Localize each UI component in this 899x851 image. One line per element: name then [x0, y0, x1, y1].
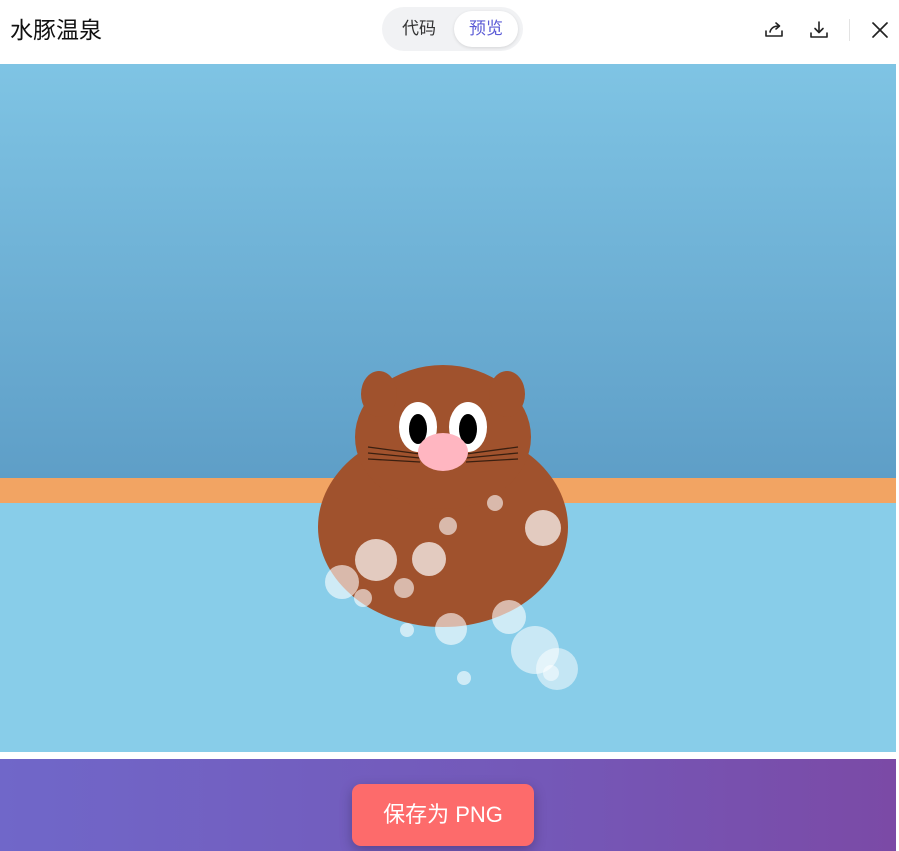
preview-canvas — [0, 64, 896, 752]
share-icon[interactable] — [762, 18, 786, 42]
bubble — [400, 623, 414, 637]
tab-code[interactable]: 代码 — [388, 11, 450, 47]
bubble — [325, 565, 359, 599]
capybara-nose — [418, 433, 468, 471]
action-bar: 保存为 PNG — [0, 759, 896, 851]
bubble — [525, 510, 561, 546]
bubble — [435, 613, 467, 645]
page-title: 水豚温泉 — [10, 17, 102, 43]
bubble — [412, 542, 446, 576]
bubble — [355, 539, 397, 581]
bubble — [394, 578, 414, 598]
header-divider — [849, 19, 850, 41]
app-header: 水豚温泉 代码 预览 — [0, 0, 899, 64]
bubble — [354, 589, 372, 607]
bubble — [487, 495, 503, 511]
bubble — [492, 600, 526, 634]
bubble — [543, 665, 559, 681]
save-png-button[interactable]: 保存为 PNG — [352, 784, 534, 846]
capybara-ear-right — [489, 371, 525, 417]
close-icon[interactable] — [868, 18, 892, 42]
capybara-scene — [0, 64, 896, 752]
capybara-ear-left — [361, 371, 397, 417]
tab-preview[interactable]: 预览 — [454, 11, 518, 47]
bubble — [457, 671, 471, 685]
view-tabs: 代码 预览 — [382, 7, 523, 51]
bubble — [439, 517, 457, 535]
download-icon[interactable] — [807, 18, 831, 42]
